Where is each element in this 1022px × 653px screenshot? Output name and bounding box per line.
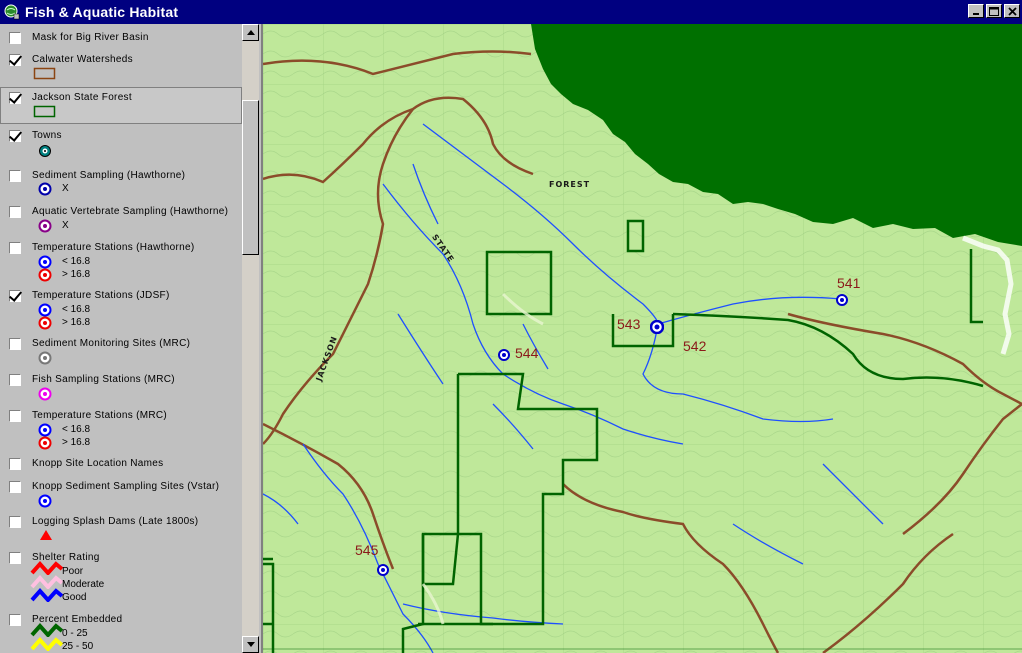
layer-label[interactable]: Sediment Monitoring Sites (MRC) xyxy=(32,338,190,349)
symbol-label: > 16.8 xyxy=(62,437,91,448)
layer-label[interactable]: Towns xyxy=(32,130,62,141)
layer-checkbox-temp-mrc[interactable] xyxy=(9,410,21,422)
layer-label[interactable]: Mask for Big River Basin xyxy=(32,32,149,43)
minimize-icon xyxy=(973,13,979,15)
watershed-swatch-icon xyxy=(33,67,56,80)
station-label-542: 542 xyxy=(683,338,707,354)
station-label-545: 545 xyxy=(355,542,379,558)
station-blue-icon xyxy=(38,423,52,437)
station-purple-icon xyxy=(38,219,52,233)
arrow-up-icon xyxy=(246,30,255,35)
station-label-544: 544 xyxy=(515,345,539,361)
layer-checkbox-calwater[interactable] xyxy=(9,54,21,66)
temperature-station-icon[interactable] xyxy=(498,349,510,361)
map-place-text: FOREST xyxy=(549,180,591,189)
layer-checkbox-embedded[interactable] xyxy=(9,614,21,626)
station-label-541: 541 xyxy=(837,275,861,291)
station-red-icon xyxy=(38,268,52,282)
close-icon xyxy=(1007,6,1017,16)
symbol-label: < 16.8 xyxy=(62,304,91,315)
layer-label[interactable]: Logging Splash Dams (Late 1800s) xyxy=(32,516,198,527)
layer-label[interactable]: Aquatic Vertebrate Sampling (Hawthorne) xyxy=(32,206,228,217)
layer-label[interactable]: Temperature Stations (Hawthorne) xyxy=(32,242,194,253)
station-magenta-icon xyxy=(38,387,52,401)
station-blue-icon xyxy=(38,255,52,269)
symbol-label: < 16.8 xyxy=(62,424,91,435)
symbol-label: > 16.8 xyxy=(62,269,91,280)
symbol-label: X xyxy=(62,220,69,231)
layer-checkbox-knopp-names[interactable] xyxy=(9,458,21,470)
symbol-label: 0 - 25 xyxy=(62,628,88,639)
minimize-button[interactable] xyxy=(968,4,984,18)
legend-panel: Mask for Big River Basin Calwater Waters… xyxy=(0,24,263,653)
layer-checkbox-fish-mrc[interactable] xyxy=(9,374,21,386)
station-red-icon xyxy=(38,436,52,450)
maximize-button[interactable] xyxy=(986,4,1002,18)
symbol-label: Moderate xyxy=(62,579,105,590)
window-title: Fish & Aquatic Habitat xyxy=(25,4,179,20)
layer-checkbox-sediment-mrc[interactable] xyxy=(9,338,21,350)
maximize-icon xyxy=(989,6,999,16)
layer-checkbox-jackson[interactable] xyxy=(9,92,21,104)
symbol-label: > 16.8 xyxy=(62,317,91,328)
zigzag-pink-icon xyxy=(30,575,64,589)
map-graphics xyxy=(263,24,1022,653)
layer-checkbox-knopp-sediment[interactable] xyxy=(9,481,21,493)
scroll-down-button[interactable] xyxy=(242,636,259,653)
symbol-label: Poor xyxy=(62,566,84,577)
temperature-station-icon[interactable] xyxy=(836,294,848,306)
station-blue-icon xyxy=(38,494,52,508)
station-blue-icon xyxy=(38,182,52,196)
zigzag-green-icon xyxy=(30,623,64,637)
station-label-543: 543 xyxy=(617,316,641,332)
station-gray-icon xyxy=(38,351,52,365)
layer-label[interactable]: Knopp Site Location Names xyxy=(32,458,163,469)
layer-label[interactable]: Knopp Sediment Sampling Sites (Vstar) xyxy=(32,481,219,492)
symbol-label: < 16.8 xyxy=(62,256,91,267)
layer-checkbox-towns[interactable] xyxy=(9,130,21,142)
symbol-label: Good xyxy=(62,592,87,603)
close-button[interactable] xyxy=(1004,4,1020,18)
station-red-icon xyxy=(38,316,52,330)
legend-scrollbar[interactable] xyxy=(242,24,259,653)
layer-checkbox-sediment-hawthorne[interactable] xyxy=(9,170,21,182)
layer-checkbox-splash-dams[interactable] xyxy=(9,516,21,528)
layer-checkbox-shelter[interactable] xyxy=(9,552,21,564)
scroll-up-button[interactable] xyxy=(242,24,259,41)
triangle-icon xyxy=(40,530,52,540)
layer-label[interactable]: Temperature Stations (JDSF) xyxy=(32,290,170,301)
station-blue-icon xyxy=(38,303,52,317)
title-bar: Fish & Aquatic Habitat xyxy=(0,0,1022,24)
layer-checkbox-vertebrate[interactable] xyxy=(9,206,21,218)
globe-icon xyxy=(3,3,21,21)
scroll-thumb[interactable] xyxy=(242,100,259,255)
layer-label[interactable]: Jackson State Forest xyxy=(32,92,132,103)
layer-checkbox-mask[interactable] xyxy=(9,32,21,44)
temperature-station-icon[interactable] xyxy=(650,320,664,334)
layer-checkbox-temp-hawthorne[interactable] xyxy=(9,242,21,254)
symbol-label: X xyxy=(62,183,69,194)
forest-swatch-icon xyxy=(33,105,56,118)
layer-checkbox-temp-jdsf[interactable] xyxy=(9,290,21,302)
zigzag-yellow-icon xyxy=(30,637,64,651)
map-canvas[interactable]: FOREST STATE JACKSON 541 543 542 544 545 xyxy=(263,24,1022,653)
zigzag-red-icon xyxy=(30,561,64,575)
arrow-down-icon xyxy=(246,642,255,647)
zigzag-blue-icon xyxy=(30,588,64,602)
layer-label[interactable]: Calwater Watersheds xyxy=(32,54,133,65)
temperature-station-icon[interactable] xyxy=(377,564,389,576)
layer-label[interactable]: Sediment Sampling (Hawthorne) xyxy=(32,170,185,181)
layer-label[interactable]: Temperature Stations (MRC) xyxy=(32,410,167,421)
symbol-label: 25 - 50 xyxy=(62,641,94,652)
town-symbol-icon xyxy=(39,145,51,157)
layer-label[interactable]: Fish Sampling Stations (MRC) xyxy=(32,374,175,385)
